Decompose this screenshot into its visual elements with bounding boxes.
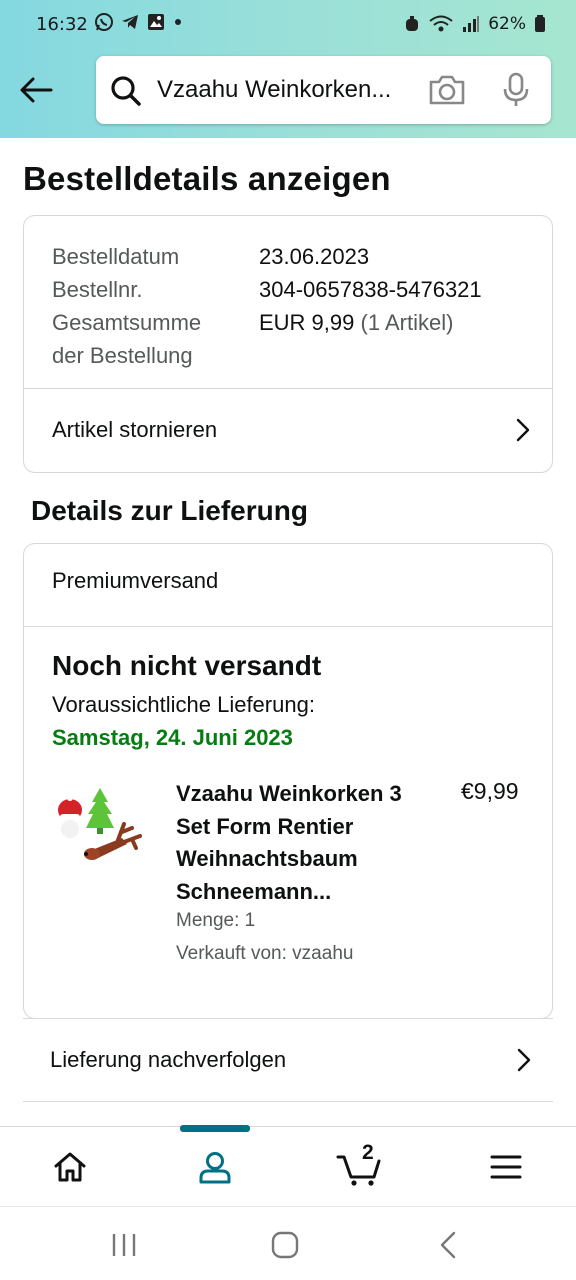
product-quantity: Menge: 1: [176, 910, 256, 931]
account-icon: [199, 1152, 231, 1184]
order-total-label-2: der Bestellung: [52, 343, 193, 368]
cancel-items-link[interactable]: Artikel stornieren: [24, 389, 552, 471]
app-header: 16:32 62% Vzaahu Weinkorken...: [0, 0, 576, 138]
order-total-items: (1 Artikel): [360, 310, 454, 335]
shipment-status: Noch nicht versandt: [52, 650, 322, 681]
camera-icon[interactable]: [428, 74, 466, 106]
battery-icon: [535, 15, 545, 32]
bottom-nav: 2: [0, 1125, 576, 1207]
home-button[interactable]: [255, 1225, 315, 1265]
search-icon: [111, 76, 141, 106]
order-summary-card: Bestelldatum 23.06.2023 Bestellnr. 304-0…: [23, 215, 553, 473]
telegram-icon: [122, 15, 138, 29]
expected-delivery-date: Samstag, 24. Juni 2023: [52, 725, 293, 750]
home-icon: [54, 1152, 86, 1182]
battery-percent: 62%: [488, 14, 526, 34]
order-date-label: Bestelldatum: [52, 244, 180, 269]
status-time: 16:32: [36, 14, 88, 35]
recents-button[interactable]: [94, 1225, 154, 1265]
order-number-label: Bestellnr.: [52, 277, 143, 302]
alarm-icon: [406, 16, 419, 31]
menu-icon: [490, 1155, 522, 1179]
page-title: Bestelldetails anzeigen: [23, 160, 391, 197]
order-total-value: EUR 9,99 (1 Artikel): [259, 306, 453, 339]
shipping-method: Premiumversand: [52, 568, 219, 593]
gallery-icon: [148, 14, 164, 30]
product-image[interactable]: [52, 784, 152, 874]
system-nav-bar: [0, 1206, 576, 1280]
signal-icon: [463, 16, 480, 32]
recents-icon: [112, 1234, 136, 1256]
order-number-value: 304-0657838-5476321: [259, 277, 482, 302]
chevron-left-icon: [440, 1231, 456, 1259]
wifi-icon: [429, 15, 453, 32]
search-bar[interactable]: Vzaahu Weinkorken...: [96, 56, 551, 124]
product-name[interactable]: Vzaahu Weinkorken 3 Set Form Rentier Wei…: [176, 778, 426, 908]
system-back-button[interactable]: [418, 1225, 478, 1265]
dot-icon: [175, 19, 181, 25]
cart-count-badge: 2: [362, 1141, 374, 1164]
order-total-amount: EUR 9,99: [259, 310, 355, 335]
cart-icon: [336, 1155, 381, 1186]
order-total-label-1: Gesamtsumme: [52, 310, 202, 335]
notification-icons: [94, 12, 184, 32]
chevron-right-icon: [517, 1048, 531, 1072]
product-seller: Verkauft von: vzaahu: [176, 943, 354, 964]
status-bar: 16:32 62%: [0, 0, 576, 52]
chevron-right-icon: [516, 418, 530, 442]
search-input[interactable]: Vzaahu Weinkorken...: [157, 76, 391, 104]
delivery-card: Premiumversand Noch nicht versandt Vorau…: [23, 543, 553, 1019]
cancel-items-label: Artikel stornieren: [52, 417, 218, 442]
order-date-value: 23.06.2023: [259, 244, 370, 269]
arrow-left-icon: [20, 77, 53, 103]
product-price: €9,99: [461, 778, 519, 804]
nav-home[interactable]: [20, 1127, 120, 1207]
status-right: 62%: [404, 14, 546, 34]
track-delivery-label: Lieferung nachverfolgen: [50, 1047, 287, 1072]
microphone-icon[interactable]: [502, 72, 530, 108]
nav-menu[interactable]: [456, 1127, 556, 1207]
home-circle-icon: [271, 1231, 299, 1259]
nav-account[interactable]: [165, 1127, 265, 1207]
divider: [24, 626, 552, 627]
track-delivery-link[interactable]: Lieferung nachverfolgen: [23, 1018, 553, 1102]
expected-delivery-label: Voraussichtliche Lieferung:: [52, 692, 315, 717]
delivery-section-title: Details zur Lieferung: [31, 495, 308, 526]
whatsapp-icon: [95, 13, 113, 31]
nav-cart[interactable]: 2: [310, 1127, 410, 1207]
back-button[interactable]: [16, 70, 56, 110]
